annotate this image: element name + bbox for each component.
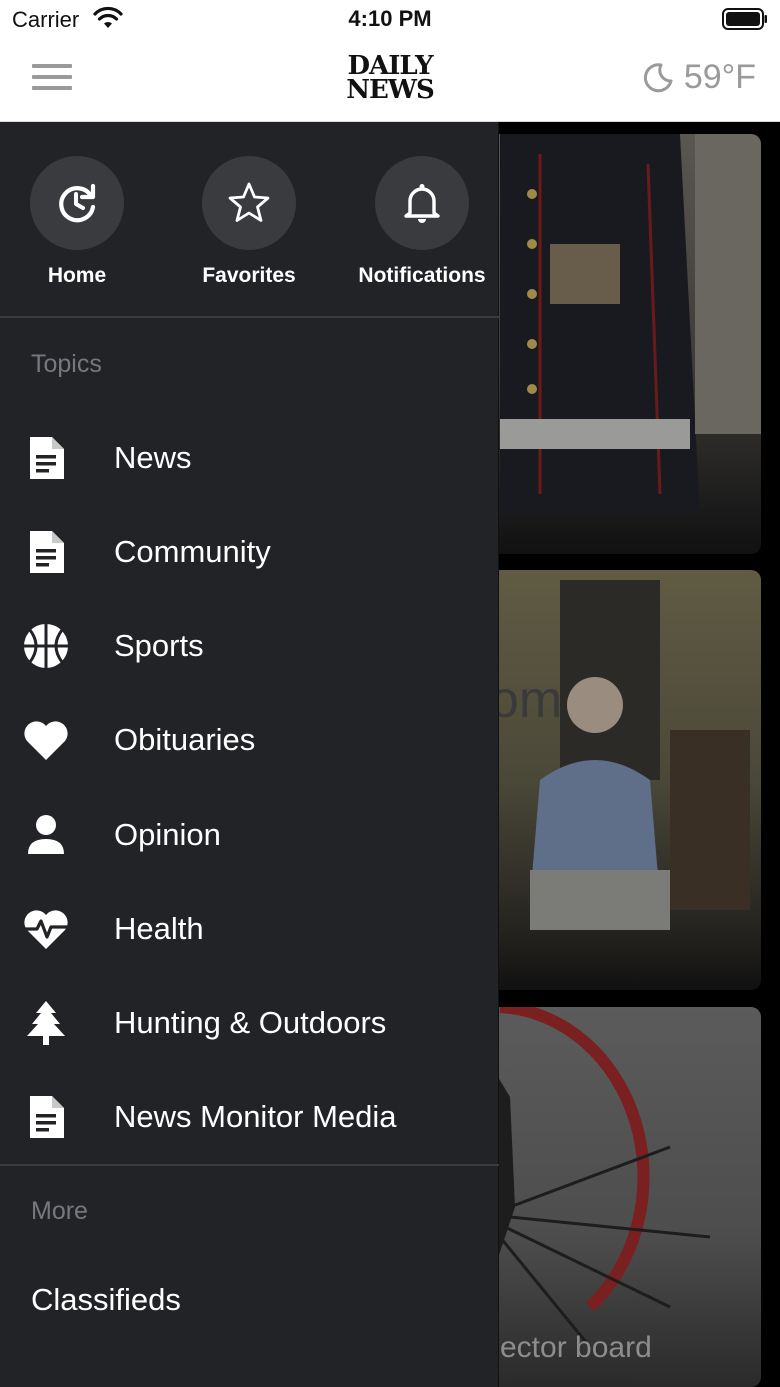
story-card-1[interactable] <box>470 134 761 554</box>
weather-widget[interactable]: 59°F <box>642 58 756 97</box>
topic-item-opinion[interactable]: Opinion <box>0 788 499 882</box>
star-icon <box>228 182 270 222</box>
document-icon <box>22 434 70 482</box>
moon-icon <box>643 62 673 92</box>
story-image-uniform <box>500 134 761 514</box>
topic-item-news-monitor-media[interactable]: News Monitor Media <box>0 1070 499 1164</box>
more-section-title: More <box>31 1197 88 1225</box>
topic-label-sports: Sports <box>114 628 204 663</box>
quick-actions: Home Favorites Notifications <box>0 122 499 318</box>
tree-icon <box>22 999 70 1047</box>
document-icon <box>22 528 70 576</box>
topic-label-opinion: Opinion <box>114 817 221 852</box>
topic-label-community: Community <box>114 534 271 569</box>
basketball-icon <box>22 622 70 670</box>
topic-label-news-monitor-media: News Monitor Media <box>114 1099 397 1134</box>
story-card-2-text: om <box>490 671 563 729</box>
home-icon-circle <box>30 156 124 250</box>
heart-icon <box>22 716 70 764</box>
story-card-2[interactable]: om <box>470 570 761 990</box>
topic-label-hunting-outdoors: Hunting & Outdoors <box>114 1005 387 1040</box>
favorites-label: Favorites <box>202 264 296 287</box>
navigation-drawer: Home Favorites Notifications Topics News… <box>0 122 499 1387</box>
notifications-label: Notifications <box>358 264 486 287</box>
topic-item-community[interactable]: Community <box>0 505 499 599</box>
section-divider <box>0 1164 499 1166</box>
app-header: DAILY NEWS 59°F <box>0 40 780 122</box>
home-button[interactable]: Home <box>0 156 162 288</box>
topic-item-hunting-outdoors[interactable]: Hunting & Outdoors <box>0 976 499 1070</box>
topics-section-title: Topics <box>31 350 102 378</box>
status-bar: Carrier 4:10 PM <box>0 0 780 40</box>
favorites-button[interactable]: Favorites <box>164 156 334 288</box>
story-image-mosquito <box>475 1007 711 1348</box>
favorites-icon-circle <box>202 156 296 250</box>
topic-label-health: Health <box>114 911 204 946</box>
classifieds-link[interactable]: Classifieds <box>31 1282 181 1318</box>
story-image-woman <box>530 580 750 930</box>
story-card-3-text: ector board <box>500 1331 652 1364</box>
status-time: 4:10 PM <box>348 6 432 31</box>
history-icon <box>59 183 96 223</box>
home-label: Home <box>47 264 107 287</box>
battery-icon <box>722 8 767 30</box>
topic-item-obituaries[interactable]: Obituaries <box>0 693 499 787</box>
notifications-icon-circle <box>375 156 469 250</box>
bell-icon <box>404 184 440 223</box>
temperature: 59°F <box>683 58 756 96</box>
topic-label-obituaries: Obituaries <box>114 722 256 757</box>
topic-label-news: News <box>114 440 192 475</box>
story-card-3[interactable]: ector board <box>470 1007 761 1387</box>
document-icon <box>22 1093 70 1141</box>
person-icon <box>22 811 70 859</box>
heartbeat-icon <box>22 905 70 953</box>
topic-item-news[interactable]: News <box>0 411 499 505</box>
topic-item-health[interactable]: Health <box>0 882 499 976</box>
topic-item-sports[interactable]: Sports <box>0 599 499 693</box>
notifications-button[interactable]: Notifications <box>337 156 507 288</box>
